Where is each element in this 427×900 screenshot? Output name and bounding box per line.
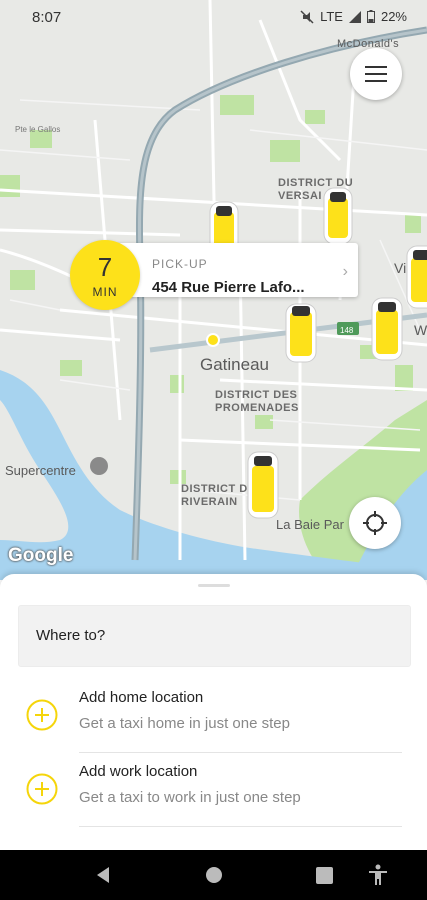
accessibility-button[interactable]	[366, 863, 390, 887]
plus-icon	[26, 773, 58, 805]
taxi-icon	[285, 303, 317, 363]
map-label-street: Pte le Gallos	[15, 125, 61, 134]
taxi-icon	[406, 245, 427, 309]
add-work-title: Add work location	[79, 763, 198, 780]
add-home-location-item[interactable]: Add home location Get a taxi home in jus…	[0, 679, 427, 753]
bottom-sheet: Where to? Add home location Get a taxi h…	[0, 574, 427, 850]
destination-search-field[interactable]: Where to?	[18, 605, 411, 667]
back-button[interactable]	[91, 863, 115, 887]
add-work-location-item[interactable]: Add work location Get a taxi to work in …	[0, 753, 427, 827]
taxi-icon	[371, 297, 403, 361]
destination-search-placeholder: Where to?	[36, 627, 106, 644]
pickup-label: PICK-UP	[152, 257, 208, 271]
accessibility-icon	[369, 864, 387, 885]
map-label-district-promenades: DISTRICT DES PROMENADES	[215, 389, 299, 414]
map-label-district-riverain: DISTRICT DU RIVERAIN	[181, 483, 256, 508]
system-nav-bar	[0, 850, 427, 900]
mute-icon	[300, 9, 314, 24]
pickup-card[interactable]: PICK-UP 454 Rue Pierre Lafo... ›	[118, 243, 358, 297]
taxi-icon	[323, 187, 353, 245]
recents-icon	[315, 866, 333, 884]
status-time: 8:07	[32, 9, 62, 26]
eta-value: 7	[97, 252, 113, 282]
divider	[79, 826, 402, 827]
plus-icon	[26, 699, 58, 731]
home-button[interactable]	[202, 863, 226, 887]
signal-icon	[348, 10, 361, 23]
recents-button[interactable]	[312, 863, 336, 887]
route-shield-148: 148	[340, 326, 354, 335]
battery-level: 22%	[380, 9, 407, 24]
locate-icon	[363, 511, 387, 535]
battery-icon	[366, 10, 375, 23]
status-icons: LTE 22%	[300, 9, 407, 24]
chevron-right-icon: ›	[342, 263, 348, 280]
eta-unit: MIN	[92, 285, 118, 299]
sheet-handle[interactable]	[198, 584, 230, 587]
pickup-address: 454 Rue Pierre Lafo...	[152, 279, 305, 296]
status-bar: 8:07 LTE 22%	[0, 0, 427, 34]
map-label-gatineau: Gatineau	[200, 355, 269, 374]
map-label-la-baie-park: La Baie Par	[276, 517, 344, 532]
menu-button[interactable]	[350, 48, 402, 100]
add-work-subtitle: Get a taxi to work in just one step	[79, 789, 301, 806]
map-label-w: W	[414, 322, 427, 338]
home-icon	[206, 867, 222, 883]
add-home-title: Add home location	[79, 689, 204, 706]
network-type: LTE	[320, 9, 343, 24]
taxi-icon	[247, 451, 279, 519]
google-attribution: Google	[8, 545, 74, 566]
eta-badge: 7 MIN	[70, 240, 140, 310]
add-home-subtitle: Get a taxi home in just one step	[79, 715, 290, 732]
locate-button[interactable]	[349, 497, 401, 549]
map-label-supercentre: Supercentre	[5, 463, 76, 478]
menu-icon	[365, 66, 387, 82]
back-icon	[97, 867, 109, 883]
